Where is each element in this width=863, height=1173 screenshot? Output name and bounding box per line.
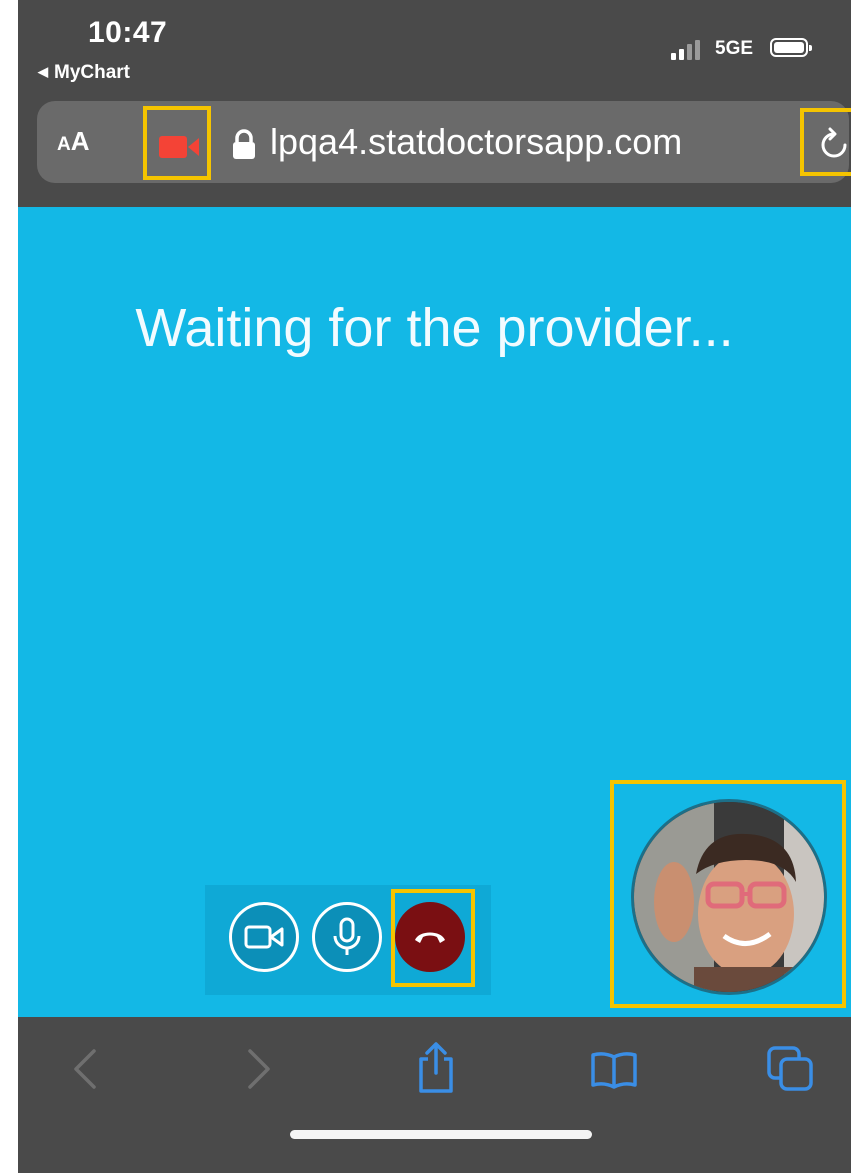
call-status-text: Waiting for the provider... <box>135 298 734 358</box>
lock-icon <box>233 129 255 159</box>
back-to-app-link[interactable]: ◀ MyChart <box>38 62 130 84</box>
camera-in-use-indicator[interactable] <box>143 106 211 180</box>
forward-icon[interactable] <box>244 1047 274 1091</box>
share-icon[interactable] <box>416 1041 456 1095</box>
video-camera-icon <box>159 136 199 158</box>
bookmarks-icon[interactable] <box>590 1051 638 1089</box>
text-size-button[interactable]: AA <box>57 126 90 157</box>
battery-icon <box>770 38 812 57</box>
home-indicator[interactable] <box>290 1130 592 1139</box>
network-type: 5GE <box>715 38 754 59</box>
reload-button[interactable] <box>800 108 851 176</box>
microphone-icon <box>333 917 361 955</box>
back-icon[interactable] <box>70 1047 100 1091</box>
back-triangle-icon: ◀ <box>38 64 48 79</box>
video-call-area: Waiting for the provider... <box>18 207 851 1017</box>
url-text[interactable]: lpqa4.statdoctorsapp.com <box>270 121 682 163</box>
address-bar[interactable]: AA lpqa4.statdoctorsapp.com <box>37 101 851 183</box>
tabs-icon[interactable] <box>766 1045 816 1093</box>
back-app-label: MyChart <box>54 62 131 83</box>
toggle-microphone-button[interactable] <box>312 902 382 972</box>
self-view-highlight <box>610 780 846 1008</box>
reload-icon <box>821 127 847 158</box>
signal-bars-icon <box>671 40 711 60</box>
browser-toolbar <box>18 1017 851 1173</box>
phone-screen: 10:47 ◀ MyChart 5GE AA lpqa4.statdoctorsa… <box>18 0 851 1173</box>
video-camera-icon <box>244 925 284 949</box>
self-view-image <box>634 802 824 992</box>
self-view-video[interactable] <box>631 799 827 995</box>
end-call-highlight <box>391 889 475 987</box>
toggle-camera-button[interactable] <box>229 902 299 972</box>
status-time: 10:47 <box>88 16 168 49</box>
status-bar: 10:47 ◀ MyChart 5GE <box>18 0 851 95</box>
